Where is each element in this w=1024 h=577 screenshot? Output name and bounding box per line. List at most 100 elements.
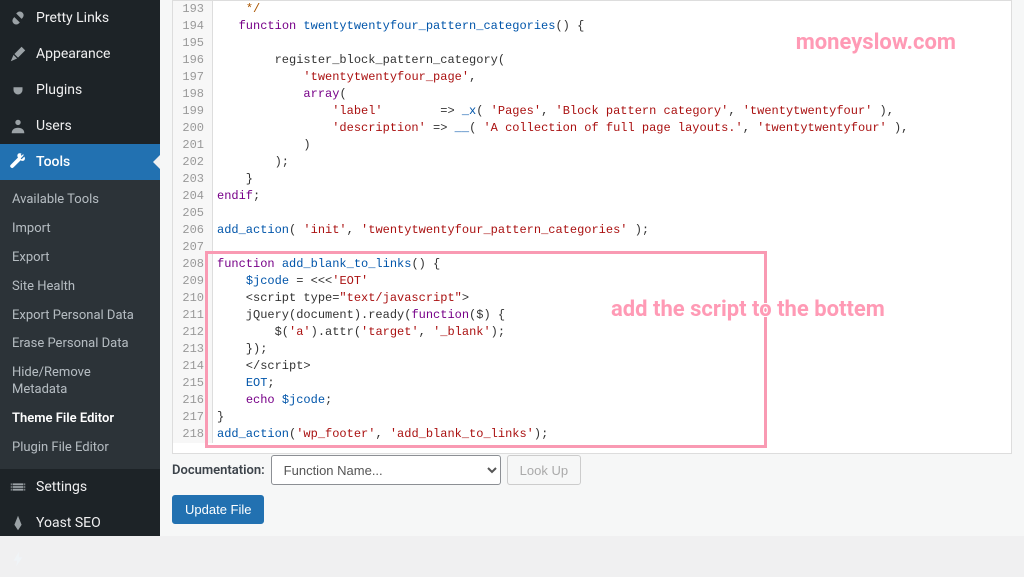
line-number: 195 bbox=[173, 35, 213, 52]
line-number: 211 bbox=[173, 307, 213, 324]
plug-icon bbox=[8, 80, 28, 100]
sidebar-sub-theme-file-editor[interactable]: Theme File Editor bbox=[0, 405, 160, 434]
code-content[interactable]: function twentytwentyfour_pattern_catego… bbox=[213, 18, 584, 35]
code-content[interactable]: ); bbox=[213, 154, 289, 171]
sidebar-item-label: Yoast SEO bbox=[36, 515, 101, 531]
code-content[interactable]: } bbox=[213, 409, 224, 426]
sidebar-item-appearance[interactable]: Appearance bbox=[0, 36, 160, 72]
watermark-text: moneyslow.com bbox=[796, 30, 956, 55]
line-number: 201 bbox=[173, 137, 213, 154]
code-content[interactable]: ) bbox=[213, 137, 311, 154]
code-content[interactable] bbox=[213, 239, 217, 256]
code-line[interactable]: 208function add_blank_to_links() { bbox=[173, 256, 1011, 273]
line-number: 207 bbox=[173, 239, 213, 256]
code-content[interactable]: EOT; bbox=[213, 375, 275, 392]
code-line[interactable]: 204endif; bbox=[173, 188, 1011, 205]
code-content[interactable]: } bbox=[213, 171, 253, 188]
code-editor[interactable]: 193 */194 function twentytwentyfour_patt… bbox=[172, 0, 1012, 454]
code-line[interactable]: 206add_action( 'init', 'twentytwentyfour… bbox=[173, 222, 1011, 239]
link-icon bbox=[8, 8, 28, 28]
code-content[interactable]: array( bbox=[213, 86, 347, 103]
line-number: 199 bbox=[173, 103, 213, 120]
code-line[interactable]: 209 $jcode = <<<'EOT' bbox=[173, 273, 1011, 290]
line-number: 198 bbox=[173, 86, 213, 103]
sidebar-item-users[interactable]: Users bbox=[0, 108, 160, 144]
code-line[interactable]: 199 'label' => _x( 'Pages', 'Block patte… bbox=[173, 103, 1011, 120]
sidebar-item-plugins[interactable]: Plugins bbox=[0, 72, 160, 108]
yoast-icon bbox=[8, 513, 28, 533]
code-content[interactable]: }); bbox=[213, 341, 267, 358]
code-content[interactable]: add_action('wp_footer', 'add_blank_to_li… bbox=[213, 426, 548, 443]
settings-icon bbox=[8, 477, 28, 497]
amp-icon bbox=[8, 549, 28, 569]
code-content[interactable] bbox=[213, 205, 217, 222]
code-line[interactable]: 202 ); bbox=[173, 154, 1011, 171]
line-number: 202 bbox=[173, 154, 213, 171]
code-line[interactable]: 211 jQuery(document).ready(function($) { bbox=[173, 307, 1011, 324]
code-content[interactable]: jQuery(document).ready(function($) { bbox=[213, 307, 505, 324]
wrench-icon bbox=[8, 152, 28, 172]
update-file-button[interactable]: Update File bbox=[172, 495, 264, 524]
code-content[interactable]: <script type="text/javascript"> bbox=[213, 290, 469, 307]
code-line[interactable]: 217} bbox=[173, 409, 1011, 426]
code-content[interactable]: 'description' => __( 'A collection of fu… bbox=[213, 120, 908, 137]
sidebar-item-pretty-links[interactable]: Pretty Links bbox=[0, 0, 160, 36]
code-content[interactable]: 'label' => _x( 'Pages', 'Block pattern c… bbox=[213, 103, 894, 120]
line-number: 205 bbox=[173, 205, 213, 222]
sidebar-submenu: Available ToolsImportExportSite HealthEx… bbox=[0, 180, 160, 469]
code-line[interactable]: 200 'description' => __( 'A collection o… bbox=[173, 120, 1011, 137]
line-number: 193 bbox=[173, 1, 213, 18]
sidebar-item-amp[interactable]: AMP bbox=[0, 541, 160, 577]
code-line[interactable]: 216 echo $jcode; bbox=[173, 392, 1011, 409]
code-content[interactable]: $jcode = <<<'EOT' bbox=[213, 273, 368, 290]
sidebar-item-label: Pretty Links bbox=[36, 10, 109, 26]
code-line[interactable]: 201 ) bbox=[173, 137, 1011, 154]
code-content[interactable]: function add_blank_to_links() { bbox=[213, 256, 440, 273]
sidebar-sub-plugin-file-editor[interactable]: Plugin File Editor bbox=[0, 434, 160, 463]
code-content[interactable]: */ bbox=[213, 1, 260, 18]
code-line[interactable]: 213 }); bbox=[173, 341, 1011, 358]
sidebar-sub-export[interactable]: Export bbox=[0, 244, 160, 273]
sidebar-sub-available-tools[interactable]: Available Tools bbox=[0, 186, 160, 215]
function-select[interactable]: Function Name... bbox=[271, 455, 501, 485]
code-line[interactable]: 205 bbox=[173, 205, 1011, 222]
code-line[interactable]: 203 } bbox=[173, 171, 1011, 188]
sidebar-item-label: Plugins bbox=[36, 82, 82, 98]
line-number: 203 bbox=[173, 171, 213, 188]
code-line[interactable]: 212 $('a').attr('target', '_blank'); bbox=[173, 324, 1011, 341]
code-line[interactable]: 193 */ bbox=[173, 1, 1011, 18]
code-content[interactable]: add_action( 'init', 'twentytwentyfour_pa… bbox=[213, 222, 649, 239]
code-line[interactable]: 215 EOT; bbox=[173, 375, 1011, 392]
brush-icon bbox=[8, 44, 28, 64]
line-number: 196 bbox=[173, 52, 213, 69]
sidebar-item-settings[interactable]: Settings bbox=[0, 469, 160, 505]
sidebar-sub-erase-personal-data[interactable]: Erase Personal Data bbox=[0, 330, 160, 359]
lookup-button[interactable]: Look Up bbox=[507, 455, 581, 485]
code-content[interactable]: 'twentytwentyfour_page', bbox=[213, 69, 476, 86]
code-content[interactable]: endif; bbox=[213, 188, 260, 205]
line-number: 217 bbox=[173, 409, 213, 426]
code-line[interactable]: 197 'twentytwentyfour_page', bbox=[173, 69, 1011, 86]
sidebar-sub-hide-remove-metadata[interactable]: Hide/Remove Metadata bbox=[0, 359, 160, 405]
code-line[interactable]: 198 array( bbox=[173, 86, 1011, 103]
code-content[interactable]: </script> bbox=[213, 358, 311, 375]
line-number: 213 bbox=[173, 341, 213, 358]
line-number: 210 bbox=[173, 290, 213, 307]
code-content[interactable]: register_block_pattern_category( bbox=[213, 52, 505, 69]
line-number: 194 bbox=[173, 18, 213, 35]
code-content[interactable]: $('a').attr('target', '_blank'); bbox=[213, 324, 505, 341]
code-line[interactable]: 210 <script type="text/javascript"> bbox=[173, 290, 1011, 307]
sidebar-sub-site-health[interactable]: Site Health bbox=[0, 273, 160, 302]
sidebar-item-label: AMP bbox=[36, 551, 66, 567]
code-line[interactable]: 218add_action('wp_footer', 'add_blank_to… bbox=[173, 426, 1011, 443]
line-number: 214 bbox=[173, 358, 213, 375]
sidebar-item-label: Appearance bbox=[36, 46, 110, 62]
sidebar-sub-import[interactable]: Import bbox=[0, 215, 160, 244]
code-line[interactable]: 214 </script> bbox=[173, 358, 1011, 375]
code-content[interactable] bbox=[213, 35, 217, 52]
user-icon bbox=[8, 116, 28, 136]
sidebar-sub-export-personal-data[interactable]: Export Personal Data bbox=[0, 302, 160, 331]
code-content[interactable]: echo $jcode; bbox=[213, 392, 332, 409]
code-line[interactable]: 207 bbox=[173, 239, 1011, 256]
sidebar-item-tools[interactable]: Tools bbox=[0, 144, 160, 180]
